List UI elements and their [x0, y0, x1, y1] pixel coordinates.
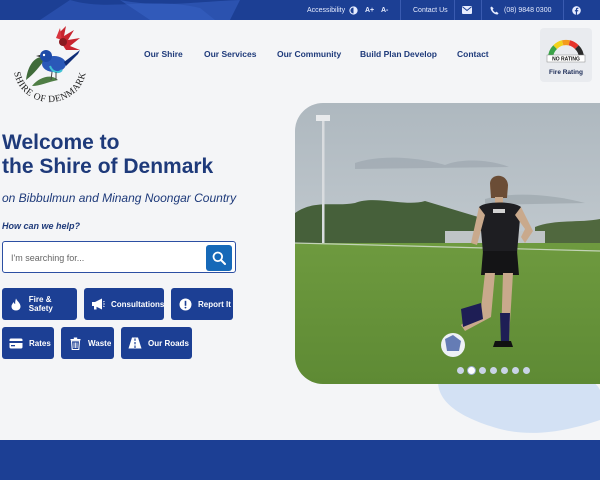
nav-our-shire[interactable]: Our Shire — [144, 49, 183, 59]
bird-icon — [36, 50, 80, 81]
title-line-2: the Shire of Denmark — [2, 155, 214, 178]
megaphone-icon — [91, 297, 105, 311]
carousel-dots — [457, 367, 530, 375]
quick-link-label: Consultations — [111, 299, 165, 309]
help-heading: How can we help? — [2, 221, 81, 231]
search-button[interactable] — [206, 245, 232, 271]
contrast-toggle-icon[interactable] — [349, 0, 358, 20]
quick-link-label: Waste — [88, 338, 112, 348]
site-header: SHIRE OF DENMARK Our Shire Our Services … — [0, 20, 600, 105]
quick-link-label: Rates — [29, 338, 51, 348]
accessibility-link[interactable]: Accessibility — [307, 0, 345, 20]
fire-rating-status: NO RATING — [552, 57, 580, 63]
decorative-swirl — [40, 0, 240, 20]
carousel-dot[interactable] — [490, 367, 497, 374]
quick-link-rates[interactable]: Rates — [2, 327, 54, 359]
envelope-icon[interactable] — [462, 0, 472, 20]
title-line-1: Welcome to — [2, 131, 120, 154]
phone-number: (08) 9848 0300 — [504, 6, 552, 14]
search-icon — [212, 251, 226, 265]
quick-link-label: Our Roads — [148, 338, 189, 348]
fire-rating-widget[interactable]: NO RATING Fire Rating — [540, 28, 592, 82]
divider — [454, 0, 455, 20]
flower-icon — [56, 26, 80, 50]
search-input[interactable] — [11, 248, 201, 268]
logo-ring-text: SHIRE OF DENMARK — [11, 71, 88, 105]
fire-danger-gauge-icon: NO RATING — [546, 39, 586, 63]
search-box — [2, 241, 236, 273]
facebook-icon[interactable] — [572, 0, 581, 20]
fairy-wren-emblem: SHIRE OF DENMARK — [11, 26, 88, 105]
quick-link-label: Report It — [198, 299, 231, 309]
nav-our-community[interactable]: Our Community — [277, 49, 341, 59]
alert-icon — [178, 297, 192, 311]
flame-icon — [9, 297, 23, 311]
svg-text:SHIRE OF DENMARK: SHIRE OF DENMARK — [11, 71, 88, 105]
credit-card-icon — [9, 336, 23, 350]
quick-link-our-roads[interactable]: Our Roads — [121, 327, 192, 359]
phone-link[interactable]: (08) 9848 0300 — [490, 0, 551, 20]
quick-link-label: Fire & Safety — [28, 295, 53, 313]
contact-us-link[interactable]: Contact Us — [413, 0, 448, 20]
quick-link-waste[interactable]: Waste — [61, 327, 114, 359]
road-icon — [128, 336, 142, 350]
divider — [400, 0, 401, 20]
divider — [563, 0, 564, 20]
quick-link-report-it[interactable]: Report It — [171, 288, 233, 320]
carousel-dot[interactable] — [479, 367, 486, 374]
hero-carousel-image — [295, 103, 600, 384]
shire-logo[interactable]: SHIRE OF DENMARK — [6, 24, 94, 108]
quick-link-consultations[interactable]: Consultations — [84, 288, 164, 320]
fire-rating-label: Fire Rating — [549, 69, 583, 76]
quick-link-fire-safety[interactable]: Fire & Safety — [2, 288, 77, 320]
divider — [481, 0, 482, 20]
carousel-dot[interactable] — [523, 367, 530, 374]
font-increase-button[interactable]: A+ — [365, 0, 374, 20]
carousel-dot[interactable] — [468, 367, 475, 374]
nav-our-services[interactable]: Our Services — [204, 49, 256, 59]
footer-band — [0, 440, 600, 480]
phone-icon — [490, 5, 499, 15]
nav-build-plan-develop[interactable]: Build Plan Develop — [360, 49, 437, 59]
carousel-dot[interactable] — [501, 367, 508, 374]
carousel-dot[interactable] — [457, 367, 464, 374]
carousel-dot[interactable] — [512, 367, 519, 374]
trash-icon — [68, 336, 82, 350]
font-decrease-button[interactable]: A- — [381, 0, 388, 20]
page-title: Welcome to the Shire of Denmark — [2, 131, 213, 179]
soccer-player-photo — [295, 103, 600, 384]
nav-contact[interactable]: Contact — [457, 49, 489, 59]
utility-bar: Accessibility A+ A- Contact Us (08) 9848… — [0, 0, 600, 20]
hero-subtitle: on Bibbulmun and Minang Noongar Country — [2, 191, 237, 205]
